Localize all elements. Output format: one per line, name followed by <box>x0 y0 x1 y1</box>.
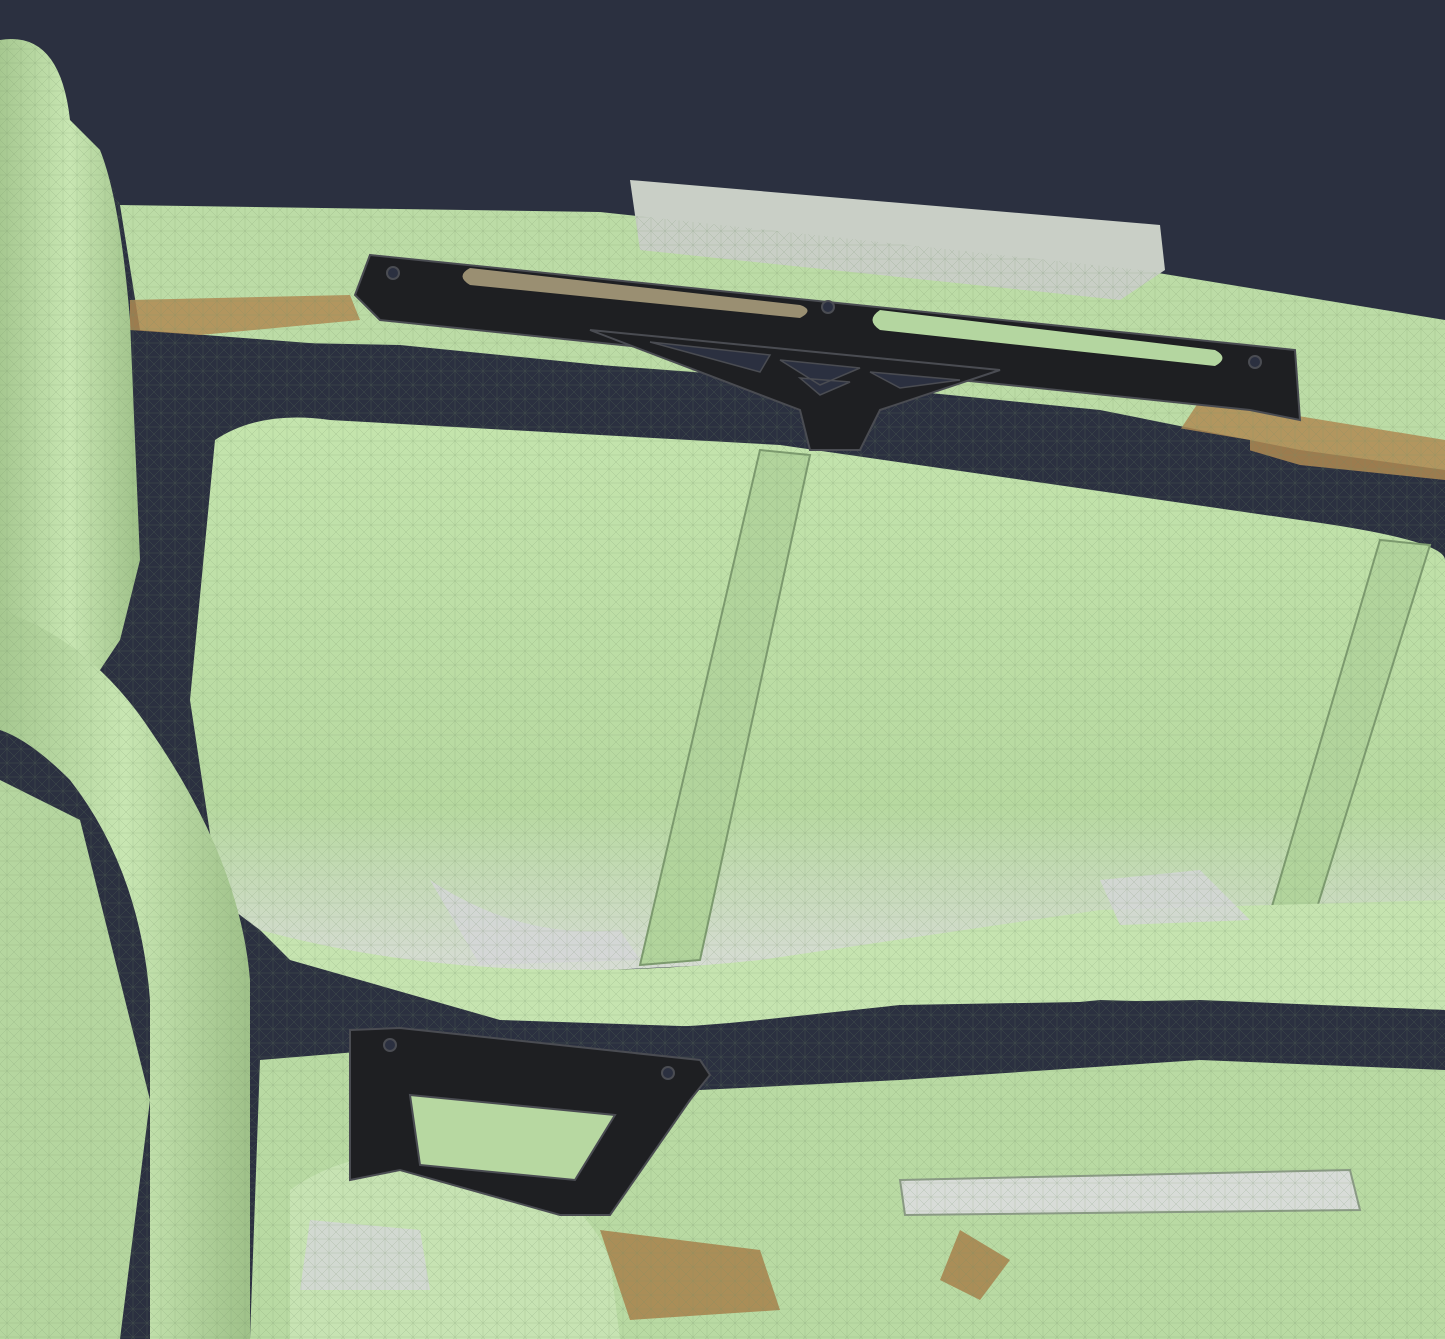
lower-bracket-hole-left <box>383 1038 397 1052</box>
scene-canvas[interactable] <box>0 0 1445 1339</box>
3d-viewport[interactable] <box>0 0 1445 1339</box>
lower-bracket-hole-right <box>661 1066 675 1080</box>
upper-bracket-hole-right <box>1248 355 1262 369</box>
upper-bracket-hole-left <box>386 266 400 280</box>
upper-bracket-hole-center <box>821 300 835 314</box>
